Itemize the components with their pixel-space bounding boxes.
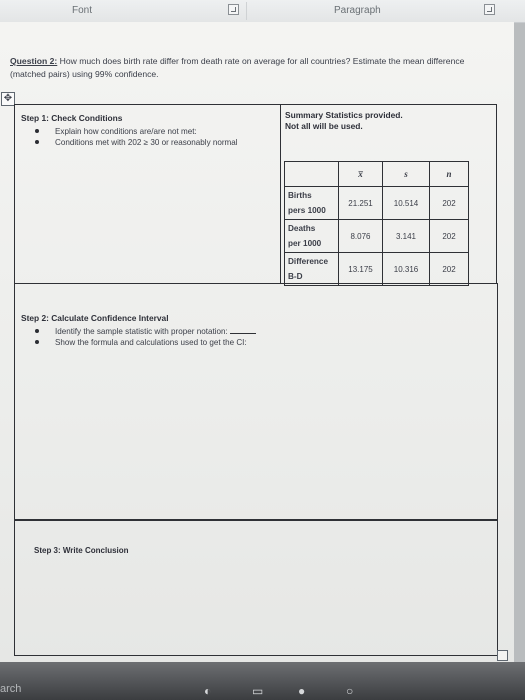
ribbon-bar: Font Paragraph: [0, 0, 525, 23]
table-row: Deaths per 1000 8.076 3.141 202: [284, 219, 469, 253]
font-group-label: Font: [72, 5, 93, 16]
step3-cell[interactable]: Step 3: Write Conclusion: [14, 519, 498, 656]
summary-title: Summary Statistics provided. Not all wil…: [285, 110, 403, 132]
summary-title-line1: Summary Statistics provided.: [285, 110, 403, 120]
summary-title-line2: Not all will be used.: [285, 121, 363, 131]
app-icon-2[interactable]: ○: [346, 684, 353, 698]
answer-blank[interactable]: [230, 333, 257, 334]
step2-bullets: Identify the sample statistic with prope…: [21, 326, 441, 348]
step3-title: Step 3: Write Conclusion: [34, 546, 129, 555]
difference-sd: 10.316: [382, 252, 430, 286]
births-sd: 10.514: [382, 186, 430, 220]
table-row: Births pers 1000 21.251 10.514 202: [284, 186, 469, 220]
font-dialog-launcher-icon[interactable]: [228, 4, 239, 15]
difference-n: 202: [429, 252, 469, 286]
stats-corner-cell: [284, 161, 339, 187]
paragraph-group-label: Paragraph: [334, 5, 381, 16]
step2-bullet: Identify the sample statistic with prope…: [21, 326, 441, 337]
births-n: 202: [429, 186, 469, 220]
paragraph-dialog-launcher-icon[interactable]: [484, 4, 495, 15]
file-icon[interactable]: ▭: [252, 684, 263, 698]
ribbon-divider: [246, 2, 247, 20]
deaths-sd: 3.141: [382, 219, 430, 253]
births-mean: 21.251: [338, 186, 383, 220]
row-label-difference: Difference B-D: [284, 252, 339, 286]
app-icon[interactable]: ●: [298, 684, 305, 698]
taskbar-search-fragment[interactable]: arch: [0, 683, 21, 695]
question-text: Question 2: How much does birth rate dif…: [10, 55, 502, 81]
browser-icon[interactable]: ◐: [204, 684, 211, 698]
table-row: Difference B-D 13.175 10.316 202: [284, 252, 469, 286]
taskbar: arch ◐ ▭ ● ○: [0, 662, 525, 700]
step2-cell[interactable]: Step 2: Calculate Confidence Interval Id…: [14, 283, 498, 520]
table-resize-handle[interactable]: [497, 650, 508, 661]
step1-bullet: Conditions met with 202 ≥ 30 or reasonab…: [21, 137, 261, 148]
deaths-mean: 8.076: [338, 219, 383, 253]
column-header-mean: x̅: [338, 161, 383, 187]
stats-header-row: x̅ s n: [284, 161, 469, 187]
step1-bullet: Explain how conditions are/are not met:: [21, 126, 261, 137]
row-label-births: Births pers 1000: [284, 186, 339, 220]
step1-title: Step 1: Check Conditions: [21, 113, 123, 123]
step2-bullet: Show the formula and calculations used t…: [21, 337, 441, 348]
deaths-n: 202: [429, 219, 469, 253]
table-move-handle-icon[interactable]: ✥: [1, 92, 15, 106]
step1-bullets: Explain how conditions are/are not met: …: [21, 126, 261, 148]
summary-stats-table: x̅ s n Births pers 1000 21.251 10.514 202…: [284, 161, 469, 286]
step2-title: Step 2: Calculate Confidence Interval: [21, 313, 169, 323]
row-label-deaths: Deaths per 1000: [284, 219, 339, 253]
document-page[interactable]: Question 2: How much does birth rate dif…: [0, 22, 514, 662]
question-label: Question 2:: [10, 56, 58, 66]
step1-cell[interactable]: Step 1: Check Conditions Explain how con…: [14, 104, 281, 284]
column-header-n: n: [429, 161, 469, 187]
column-header-sd: s: [382, 161, 430, 187]
question-body: How much does birth rate differ from dea…: [10, 56, 465, 79]
difference-mean: 13.175: [338, 252, 383, 286]
summary-cell[interactable]: Summary Statistics provided. Not all wil…: [279, 104, 497, 286]
